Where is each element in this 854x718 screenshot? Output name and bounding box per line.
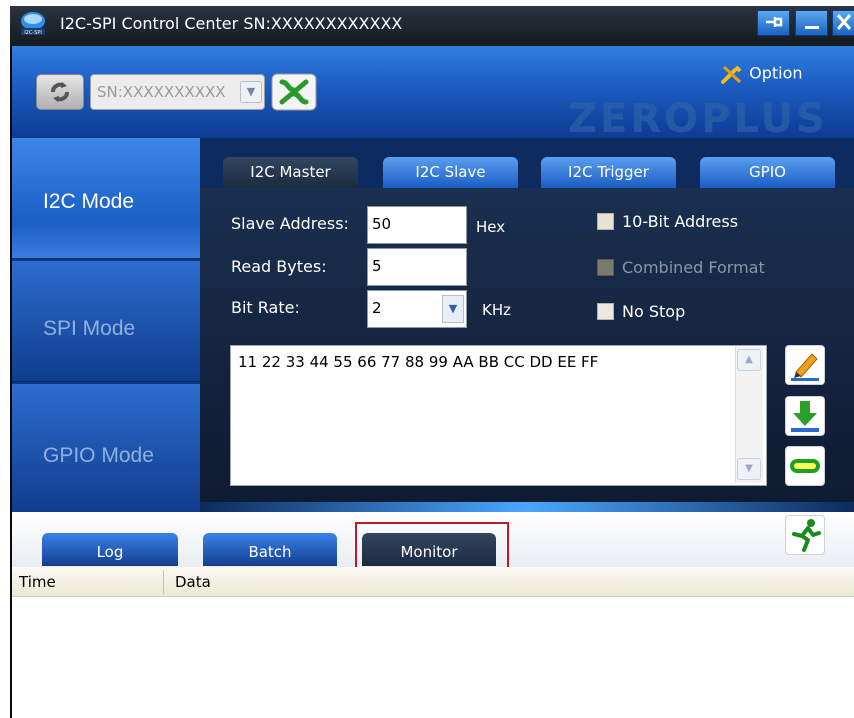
sidebar-item-label: GPIO Mode [43,444,154,467]
no-stop-label: No Stop [622,302,686,321]
column-header-data[interactable]: Data [175,573,211,591]
khz-label: KHz [482,301,511,319]
refresh-icon [51,82,69,102]
close-button[interactable] [832,10,854,36]
edit-button[interactable] [785,345,825,385]
sidebar-item-spi-mode[interactable]: SPI Mode [10,261,200,382]
no-stop-checkbox[interactable] [597,303,614,320]
pin-button[interactable] [757,10,790,36]
pencil-icon [791,353,819,381]
column-header-time[interactable]: Time [19,573,56,591]
tab-i2c-trigger[interactable]: I2C Trigger [541,157,676,188]
download-button[interactable] [785,396,825,436]
ten-bit-address-checkbox[interactable] [597,213,614,230]
log-table-header [10,567,854,597]
disconnect-icon [271,73,317,111]
serial-number-value: SN:XXXXXXXXXX [97,83,226,101]
run-button[interactable] [785,515,825,555]
close-icon [836,14,852,30]
sidebar-item-label: SPI Mode [43,317,136,340]
panel-divider [200,502,854,512]
bit-rate-label: Bit Rate: [231,298,300,317]
wrench-icon [721,65,742,84]
sidebar-item-label: I2C Mode [43,190,135,213]
pin-icon [765,17,782,27]
sidebar-item-gpio-mode[interactable]: GPIO Mode [10,384,200,514]
tab-batch[interactable]: Batch [203,533,337,566]
chevron-down-icon: ▼ [442,295,464,323]
bit-rate-value: 2 [372,299,382,317]
minimize-button[interactable] [795,10,828,36]
option-label: Option [749,63,803,83]
window-border [10,46,12,718]
log-table-body [10,597,854,718]
scroll-up-icon[interactable]: ▲ [737,349,761,371]
download-icon [791,401,819,432]
sidebar-item-i2c-mode[interactable]: I2C Mode [10,138,200,259]
clear-button[interactable] [785,446,825,486]
combined-format-label: Combined Format [622,258,765,277]
ten-bit-address-label: 10-Bit Address [622,212,739,231]
mode-sidebar: I2C Mode SPI Mode GPIO Mode [10,138,200,514]
serial-number-select[interactable]: SN:XXXXXXXXXX ▼ [90,74,265,110]
tab-i2c-master[interactable]: I2C Master [223,157,358,188]
app-logo-icon: I2C-SPI [20,10,46,36]
brand-logo: ZEROPLUS [568,96,828,142]
data-text: 11 22 33 44 55 66 77 88 99 AA BB CC DD E… [238,353,599,371]
refresh-button[interactable] [36,74,84,110]
app-logo-text: I2C-SPI [24,30,42,36]
column-divider[interactable] [163,570,164,594]
scroll-down-icon[interactable]: ▼ [737,458,761,480]
tab-i2c-slave[interactable]: I2C Slave [383,157,518,188]
window-title: I2C-SPI Control Center SN:XXXXXXXXXXXX [60,14,403,33]
read-bytes-label: Read Bytes: [231,257,327,276]
slave-address-input[interactable]: 50 [367,206,467,244]
option-button[interactable]: Option [720,63,830,89]
tab-log[interactable]: Log [42,533,178,566]
highlight-box [355,522,509,572]
tab-gpio[interactable]: GPIO [700,157,835,188]
running-man-icon [792,519,821,552]
scrollbar[interactable]: ▲ ▼ [735,347,763,483]
combined-format-checkbox [597,259,614,276]
disconnect-button[interactable] [270,72,318,112]
minus-icon [790,459,820,473]
bit-rate-select[interactable]: 2 ▼ [367,290,467,328]
minimize-icon [804,26,819,29]
slave-address-label: Slave Address: [231,214,349,233]
read-bytes-input[interactable]: 5 [367,248,467,286]
chevron-down-icon: ▼ [240,81,262,103]
hex-label: Hex [476,218,506,236]
